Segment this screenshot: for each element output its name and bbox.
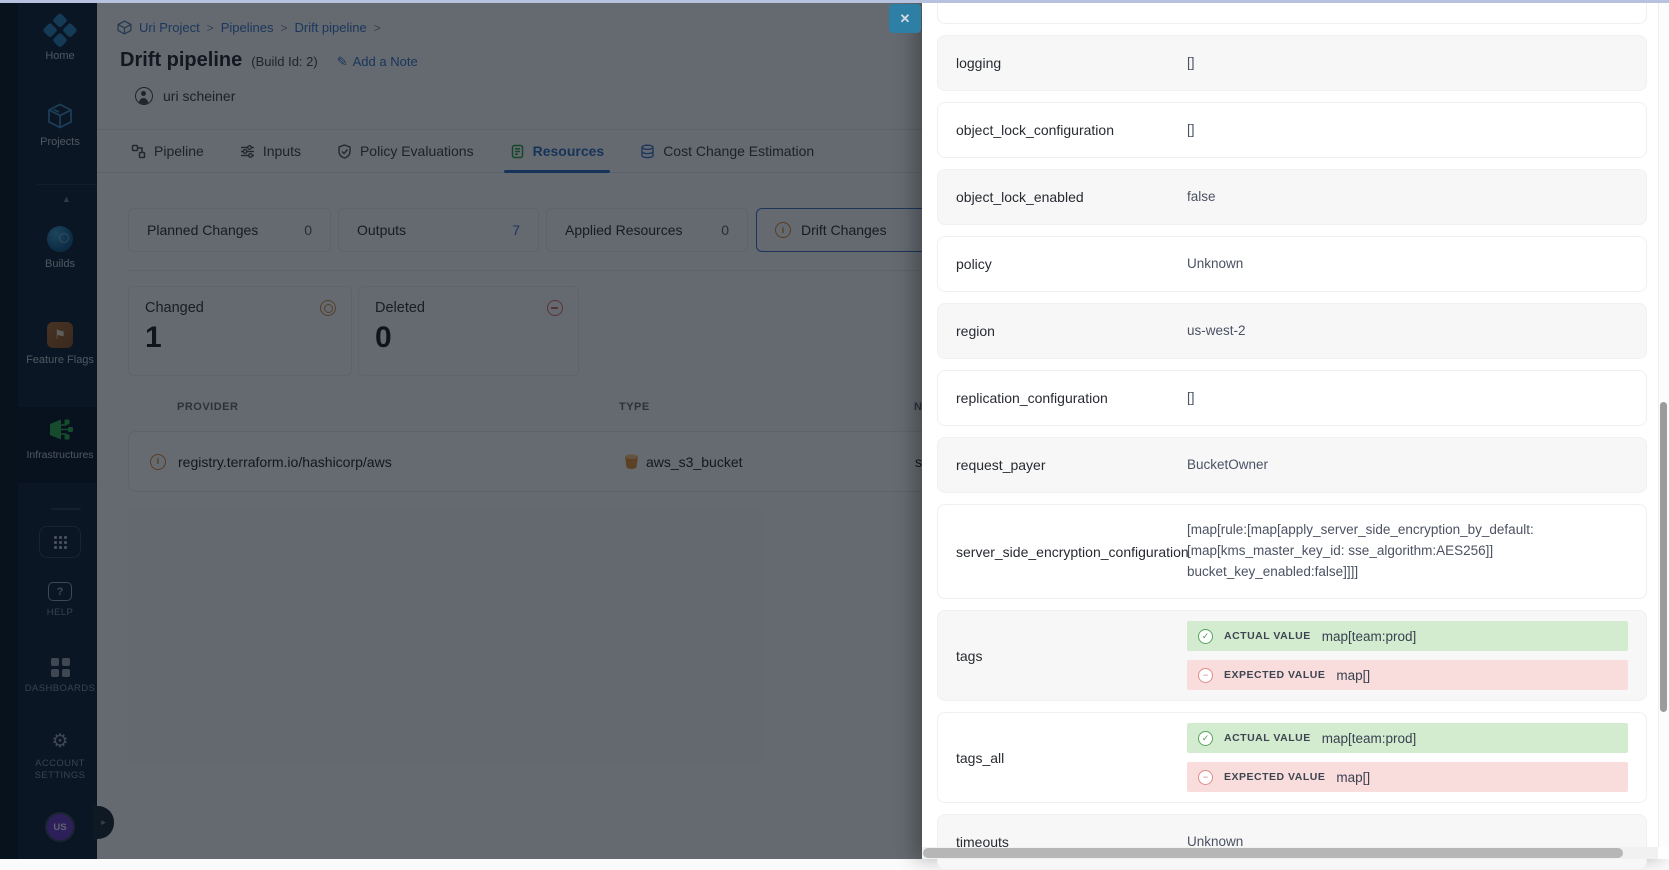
attribute-key: object_lock_configuration [956, 122, 1187, 138]
attribute-row-server-side-encryption: server_side_encryption_configuration [ma… [937, 504, 1647, 599]
attribute-key: server_side_encryption_configuration [956, 544, 1187, 560]
horizontal-scrollbar-thumb[interactable] [923, 848, 1623, 858]
badge-value: map[] [1336, 668, 1370, 683]
close-icon: ✕ [900, 11, 911, 27]
expected-value-badge: − EXPECTED VALUE map[] [1187, 660, 1628, 690]
actual-value-badge: ✓ ACTUAL VALUE map[team:prod] [1187, 723, 1628, 753]
check-circle-icon: ✓ [1198, 731, 1213, 746]
horizontal-scrollbar [922, 847, 1658, 859]
vertical-scrollbar-thumb[interactable] [1660, 402, 1667, 712]
expected-value-badge: − EXPECTED VALUE map[] [1187, 762, 1628, 792]
diff-values: ✓ ACTUAL VALUE map[team:prod] − EXPECTED… [1187, 713, 1628, 802]
badge-label: EXPECTED VALUE [1224, 669, 1325, 681]
attribute-key: region [956, 323, 1187, 339]
badge-value: map[team:prod] [1322, 731, 1417, 746]
attribute-row-policy: policy Unknown [937, 236, 1647, 292]
partial-row [937, 0, 1647, 24]
attribute-key: replication_configuration [956, 390, 1187, 406]
diff-values: ✓ ACTUAL VALUE map[team:prod] − EXPECTED… [1187, 611, 1628, 700]
drawer-scroll-area: logging [] object_lock_configuration [] … [937, 0, 1647, 870]
attribute-row-region: region us-west-2 [937, 303, 1647, 359]
badge-value: map[] [1336, 770, 1370, 785]
actual-value-badge: ✓ ACTUAL VALUE map[team:prod] [1187, 621, 1628, 651]
attribute-value: [map[rule:[map[apply_server_side_encrypt… [1187, 520, 1591, 583]
attribute-key: logging [956, 55, 1187, 71]
window-top-strip [0, 0, 1669, 3]
badge-value: map[team:prod] [1322, 629, 1417, 644]
drift-details-drawer: logging [] object_lock_configuration [] … [922, 0, 1669, 859]
attribute-key: object_lock_enabled [956, 189, 1187, 205]
attribute-value: false [1187, 187, 1591, 208]
attribute-row-timeouts: timeouts Unknown [937, 814, 1647, 870]
badge-label: ACTUAL VALUE [1224, 732, 1311, 744]
attribute-value: [] [1187, 388, 1591, 409]
attribute-value: BucketOwner [1187, 455, 1591, 476]
check-circle-icon: ✓ [1198, 629, 1213, 644]
attribute-value: [] [1187, 53, 1591, 74]
modal-overlay[interactable] [0, 0, 922, 859]
drawer-close-button[interactable]: ✕ [889, 4, 921, 33]
attribute-row-tags: tags ✓ ACTUAL VALUE map[team:prod] − EXP… [937, 610, 1647, 701]
attribute-key: policy [956, 256, 1187, 272]
attribute-value: [] [1187, 120, 1591, 141]
attribute-row-request-payer: request_payer BucketOwner [937, 437, 1647, 493]
attribute-row-object-lock-configuration: object_lock_configuration [] [937, 102, 1647, 158]
attribute-key: tags_all [956, 750, 1187, 766]
minus-circle-icon: − [1198, 770, 1213, 785]
attribute-key: request_payer [956, 457, 1187, 473]
badge-label: EXPECTED VALUE [1224, 771, 1325, 783]
badge-label: ACTUAL VALUE [1224, 630, 1311, 642]
attribute-row-object-lock-enabled: object_lock_enabled false [937, 169, 1647, 225]
minus-circle-icon: − [1198, 668, 1213, 683]
vertical-scrollbar [1658, 0, 1669, 847]
attribute-value: us-west-2 [1187, 321, 1591, 342]
attribute-row-tags-all: tags_all ✓ ACTUAL VALUE map[team:prod] −… [937, 712, 1647, 803]
attribute-key: tags [956, 648, 1187, 664]
attribute-value: Unknown [1187, 254, 1591, 275]
attribute-row-replication-configuration: replication_configuration [] [937, 370, 1647, 426]
attribute-row-logging: logging [] [937, 35, 1647, 91]
